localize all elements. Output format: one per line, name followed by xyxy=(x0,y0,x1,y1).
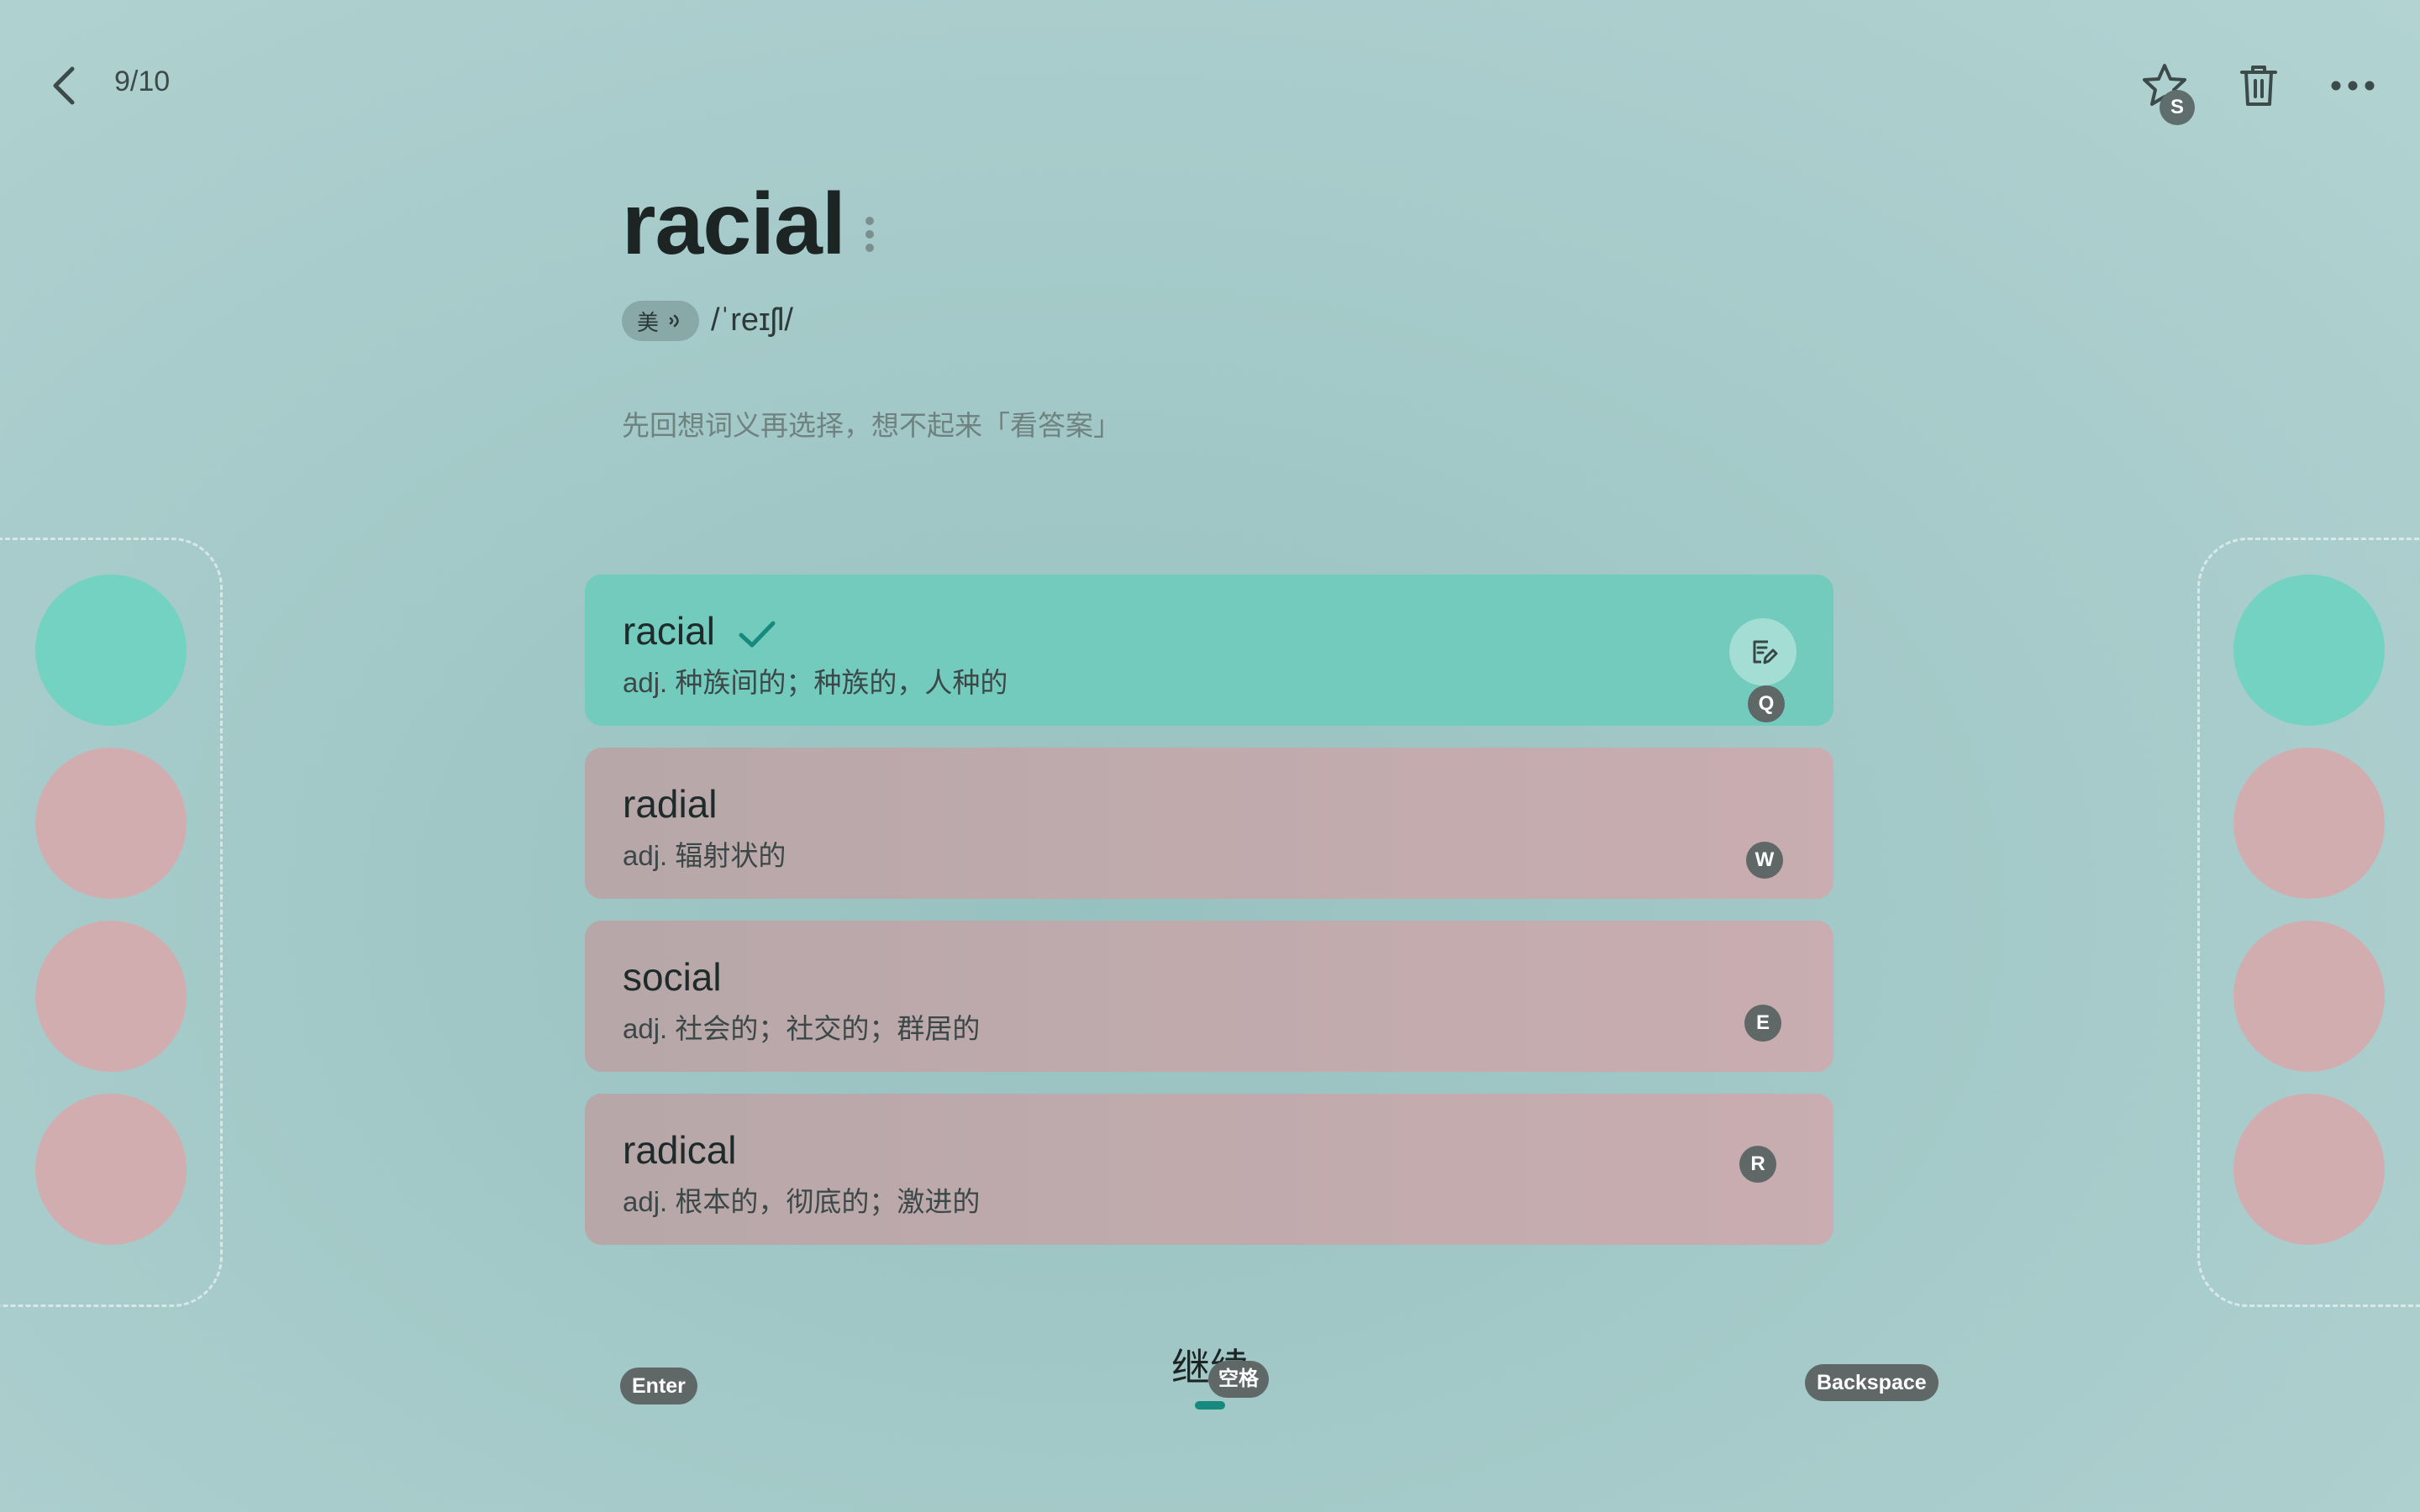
backspace-key-badge[interactable]: Backspace xyxy=(1805,1364,1939,1401)
shortcut-badge-q: Q xyxy=(1748,685,1785,722)
side-indicator-wrong xyxy=(2233,748,2385,899)
option-card-q[interactable]: racial adj. 种族间的；种族的，人种的 Q xyxy=(585,575,1833,726)
option-word: social xyxy=(623,955,722,999)
option-definition: adj. 种族间的；种族的，人种的 xyxy=(623,667,1008,698)
option-definition: adj. 辐射状的 xyxy=(623,840,786,871)
option-definition: adj. 社会的；社交的；群居的 xyxy=(623,1013,981,1044)
word-title: racial xyxy=(622,176,846,273)
accent-label: 美 xyxy=(636,309,659,335)
option-card-w[interactable]: radial adj. 辐射状的 W xyxy=(585,748,1833,899)
chevron-left-icon xyxy=(53,66,75,105)
option-definition: adj. 根本的，彻底的；激进的 xyxy=(623,1186,981,1217)
shortcut-badge-r: R xyxy=(1739,1146,1776,1183)
side-indicator-wrong xyxy=(35,748,187,899)
continue-indicator xyxy=(1195,1401,1225,1410)
progress-counter: 9/10 xyxy=(114,66,171,97)
hint-text: 先回想词义再选择，想不起来「看答案」 xyxy=(622,410,1121,441)
more-button[interactable] xyxy=(2326,59,2380,113)
shortcut-badge-w: W xyxy=(1746,842,1783,879)
trash-icon xyxy=(2240,66,2277,106)
side-indicator-wrong xyxy=(2233,1094,2385,1245)
edit-note-icon xyxy=(1753,640,1778,664)
side-indicator-wrong xyxy=(35,921,187,1072)
option-word: radial xyxy=(623,782,718,826)
side-indicator-wrong xyxy=(2233,921,2385,1072)
word-menu-handle[interactable] xyxy=(865,217,876,257)
shortcut-badge-s: S xyxy=(2160,90,2195,125)
check-icon xyxy=(739,621,776,648)
option-word: radical xyxy=(623,1128,737,1172)
option-card-e[interactable]: social adj. 社会的；社交的；群居的 E xyxy=(585,921,1833,1072)
option-word: racial xyxy=(623,609,715,653)
speaker-icon xyxy=(669,314,679,328)
option-card-r[interactable]: radical adj. 根本的，彻底的；激进的 R xyxy=(585,1094,1833,1245)
space-key-badge: 空格 xyxy=(1208,1361,1269,1398)
phonetic-text: /ˈreɪʃl/ xyxy=(711,302,793,338)
pronunciation-button-us[interactable]: 美 xyxy=(622,301,699,341)
side-indicator-correct xyxy=(2233,575,2385,726)
edit-note-button[interactable] xyxy=(1729,618,1797,685)
delete-button[interactable] xyxy=(2232,59,2286,113)
back-button[interactable] xyxy=(44,59,91,113)
shortcut-badge-e: E xyxy=(1744,1005,1781,1042)
more-horizontal-icon xyxy=(2331,81,2375,91)
side-indicator-wrong xyxy=(35,1094,187,1245)
enter-key-badge[interactable]: Enter xyxy=(620,1368,697,1404)
side-indicator-correct xyxy=(35,575,187,726)
